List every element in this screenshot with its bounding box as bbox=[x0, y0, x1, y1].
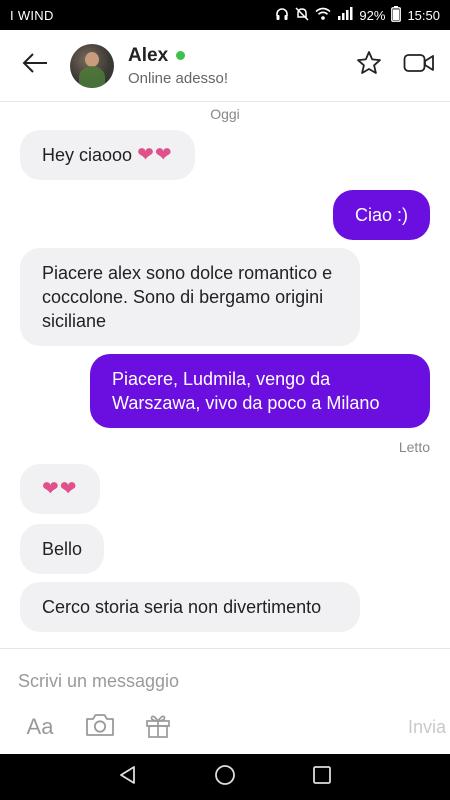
status-bar: I WIND 92% 15:50 bbox=[0, 0, 450, 30]
headphones-icon bbox=[275, 7, 289, 24]
message-input[interactable]: Scrivi un messaggio bbox=[18, 671, 179, 692]
send-button[interactable]: Invia bbox=[408, 717, 446, 738]
android-nav-bar bbox=[0, 754, 450, 800]
status-icons: 92% 15:50 bbox=[275, 5, 440, 25]
hearts-emoji: ❤❤ bbox=[137, 144, 173, 166]
hearts-emoji: ❤❤ bbox=[42, 478, 78, 500]
message-bubble[interactable]: Ciao :) bbox=[332, 190, 430, 240]
square-recent-icon bbox=[312, 765, 332, 790]
contact-status: Online adesso! bbox=[128, 69, 229, 87]
contact-name: Alex bbox=[128, 44, 169, 66]
message-bubble[interactable]: Cerco storia seria non divertimento bbox=[20, 582, 360, 632]
chat-screen: I WIND 92% 15:50 Alex Online adesso! Ogg… bbox=[0, 0, 450, 800]
battery-icon bbox=[391, 5, 402, 25]
camera-button[interactable] bbox=[80, 707, 120, 747]
star-icon bbox=[356, 50, 382, 81]
nav-home-button[interactable] bbox=[205, 757, 245, 797]
signal-icon bbox=[337, 7, 353, 23]
message-bubble[interactable]: Piacere alex sono dolce romantico e cocc… bbox=[20, 248, 360, 346]
back-button[interactable] bbox=[0, 30, 70, 102]
contact-info[interactable]: Alex Online adesso! bbox=[128, 45, 344, 87]
arrow-left-icon bbox=[21, 52, 49, 79]
circle-home-icon bbox=[214, 764, 236, 791]
avatar[interactable] bbox=[70, 43, 114, 88]
text-style-button[interactable]: Aa bbox=[22, 707, 58, 747]
message-bubble[interactable]: Bello bbox=[20, 524, 105, 574]
battery-percentage: 92% bbox=[359, 7, 386, 23]
read-receipt: Letto bbox=[398, 439, 430, 455]
nav-recent-button[interactable] bbox=[302, 757, 342, 797]
message-composer: Scrivi un messaggio Aa Invia bbox=[0, 648, 450, 754]
composer-toolbar: Aa Invia bbox=[0, 707, 450, 747]
clock: 15:50 bbox=[407, 7, 440, 23]
online-indicator bbox=[176, 51, 186, 60]
video-camera-icon bbox=[403, 52, 435, 79]
message-list[interactable]: Oggi Hey ciaooo ❤❤ Ciao :) Piacere alex … bbox=[0, 102, 450, 648]
nav-back-button[interactable] bbox=[108, 757, 148, 797]
mute-icon bbox=[295, 6, 309, 24]
message-bubble[interactable]: Hey ciaooo ❤❤ bbox=[20, 130, 195, 180]
carrier-label: I WIND bbox=[10, 7, 54, 23]
date-separator: Oggi bbox=[210, 106, 240, 122]
gift-icon bbox=[144, 711, 172, 744]
gift-button[interactable] bbox=[138, 707, 178, 747]
video-call-button[interactable] bbox=[394, 41, 444, 91]
wifi-icon bbox=[315, 7, 331, 23]
favorite-button[interactable] bbox=[344, 41, 394, 91]
chat-header: Alex Online adesso! bbox=[0, 30, 450, 102]
message-bubble[interactable]: ❤❤ bbox=[20, 464, 100, 514]
triangle-back-icon bbox=[118, 765, 138, 790]
message-bubble[interactable]: Piacere, Ludmila, vengo da Warszawa, viv… bbox=[90, 354, 430, 428]
camera-icon bbox=[84, 712, 116, 743]
